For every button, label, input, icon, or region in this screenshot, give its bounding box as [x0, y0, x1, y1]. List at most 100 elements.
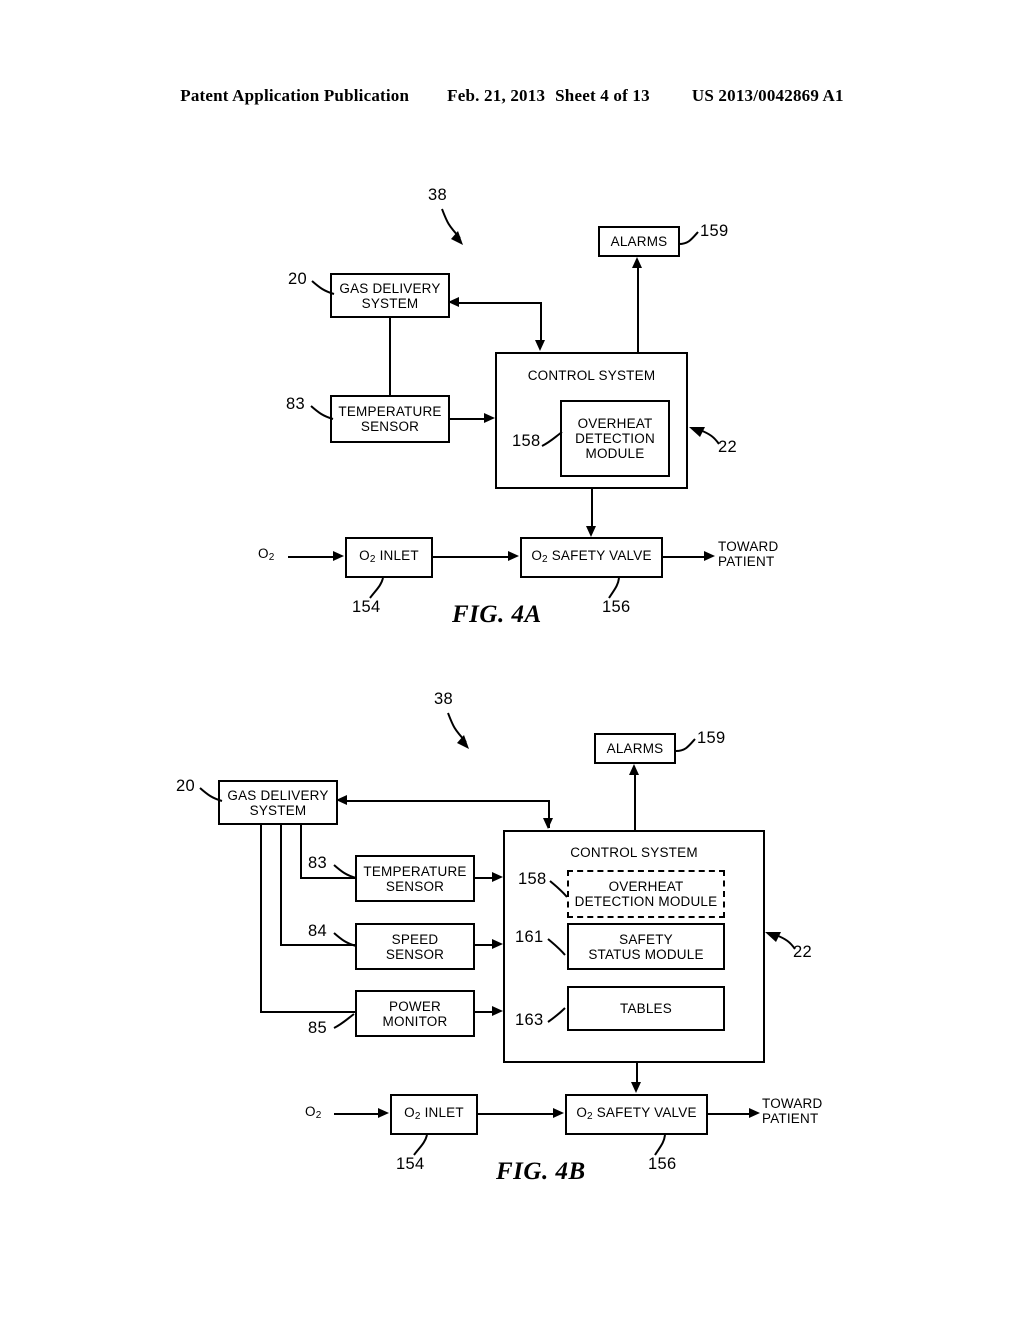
- wire-valve-to-patient-fig4b: [708, 1113, 750, 1115]
- node-o2-inlet-fig4a[interactable]: O2 INLET: [345, 537, 433, 578]
- ref-20-fig4a: 20: [288, 270, 307, 288]
- text-o2-source-fig4b: O2: [305, 1104, 321, 1123]
- node-o2-safety-valve-fig4a[interactable]: O2 SAFETY VALVE: [520, 537, 663, 578]
- arrow-cs-to-alarms-fig4a: [632, 257, 642, 268]
- sheet-number: Sheet 4 of 13: [555, 86, 650, 105]
- wire-gds-to-temp-fig4a: [389, 318, 391, 396]
- leader-84-fig4b: [333, 932, 357, 947]
- leader-38-fig4a: [441, 208, 463, 245]
- leader-161-fig4b: [547, 938, 566, 956]
- document-number: US 2013/0042869 A1: [691, 86, 844, 105]
- node-speed-sensor-label-fig4b: SPEED SENSOR: [385, 931, 445, 962]
- text-o2-source-label-fig4b: O2: [305, 1104, 322, 1121]
- node-overheat-module-fig4a[interactable]: OVERHEAT DETECTION MODULE: [560, 400, 670, 477]
- node-alarms-label-fig4a: ALARMS: [610, 234, 668, 249]
- leader-38-fig4b: [447, 712, 469, 749]
- ref-156-fig4b: 156: [648, 1155, 677, 1173]
- arrow-o2-to-inlet-fig4b: [378, 1108, 389, 1118]
- node-gas-delivery-fig4a[interactable]: GAS DELIVERY SYSTEM: [330, 273, 450, 318]
- ref-163-fig4b: 163: [515, 1011, 544, 1029]
- node-tables-module-fig4b[interactable]: TABLES: [567, 986, 725, 1031]
- wire-cs-to-alarms-fig4a: [637, 267, 639, 353]
- arrow-power-to-cs-fig4b: [492, 1006, 503, 1016]
- page-header: Patent Application Publication Feb. 21, 2…: [0, 86, 1024, 106]
- arrow-cs-to-valve-fig4b: [631, 1082, 641, 1093]
- ref-161-fig4b: 161: [515, 928, 544, 946]
- arrow-inlet-to-valve-fig4b: [553, 1108, 564, 1118]
- ref-158-fig4a: 158: [512, 432, 541, 450]
- arrow-valve-to-patient-fig4b: [749, 1108, 760, 1118]
- wire-power-to-cs-fig4b: [475, 1011, 493, 1013]
- ref-38-fig4b: 38: [434, 690, 453, 708]
- wire-valve-to-patient-fig4a: [663, 556, 705, 558]
- node-overheat-module-label-fig4a: OVERHEAT DETECTION MODULE: [575, 416, 655, 461]
- arrow-o2-to-inlet-fig4a: [333, 551, 344, 561]
- ref-83-fig4a: 83: [286, 395, 305, 413]
- node-power-monitor-label-fig4b: POWER MONITOR: [382, 998, 448, 1029]
- node-o2-inlet-fig4b[interactable]: O2 INLET: [390, 1094, 478, 1135]
- wire-inlet-to-valve-fig4a: [433, 556, 508, 558]
- wire-gds-drop-power-fig4b: [260, 825, 262, 1013]
- wire-inlet-to-valve-fig4b: [478, 1113, 553, 1115]
- node-o2-safety-valve-fig4b[interactable]: O2 SAFETY VALVE: [565, 1094, 708, 1135]
- caption-fig4a: FIG. 4A: [452, 601, 542, 628]
- node-gas-delivery-label-fig4b: GAS DELIVERY SYSTEM: [227, 787, 329, 818]
- leader-83-fig4a: [310, 405, 334, 420]
- leader-20-fig4b: [199, 787, 223, 802]
- ref-84-fig4b: 84: [308, 922, 327, 940]
- ref-158-fig4b: 158: [518, 870, 547, 888]
- node-alarms-fig4b[interactable]: ALARMS: [594, 733, 676, 764]
- arrow-into-control-system-top-fig4a: [535, 340, 545, 351]
- text-toward-patient-fig4b: TOWARD PATIENT: [762, 1096, 823, 1126]
- ref-22-fig4a: 22: [718, 438, 737, 456]
- ref-38-fig4a: 38: [428, 186, 447, 204]
- leader-163-fig4b: [547, 1007, 566, 1023]
- leader-158-fig4a: [541, 431, 563, 447]
- node-gas-delivery-label-fig4a: GAS DELIVERY SYSTEM: [339, 280, 441, 311]
- wire-cs-feedback-h-fig4b: [345, 800, 550, 802]
- wire-gds-drop-temp-fig4b: [300, 825, 302, 879]
- leader-158-fig4b: [549, 880, 568, 898]
- node-o2-inlet-label-fig4b: O2 INLET: [404, 1105, 464, 1122]
- node-safety-status-module-fig4b[interactable]: SAFETY STATUS MODULE: [567, 923, 725, 970]
- wire-o2-to-inlet-fig4a: [288, 556, 334, 558]
- arrow-temp-to-cs-fig4b: [492, 872, 503, 882]
- node-tables-module-label-fig4b: TABLES: [620, 1001, 672, 1016]
- ref-159-fig4b: 159: [697, 729, 726, 747]
- ref-154-fig4a: 154: [352, 598, 381, 616]
- text-o2-source-fig4a: O2: [258, 546, 274, 565]
- node-speed-sensor-fig4b[interactable]: SPEED SENSOR: [355, 923, 475, 970]
- node-overheat-module-fig4b[interactable]: OVERHEAT DETECTION MODULE: [567, 870, 725, 918]
- wire-speed-to-cs-fig4b: [475, 944, 493, 946]
- node-temperature-sensor-fig4a[interactable]: TEMPERATURE SENSOR: [330, 395, 450, 443]
- wire-cs-feedback-h-fig4a: [457, 302, 542, 304]
- leader-83-fig4b: [333, 864, 357, 879]
- node-safety-status-module-label-fig4b: SAFETY STATUS MODULE: [588, 931, 704, 962]
- publication-date: Feb. 21, 2013: [447, 86, 546, 105]
- node-gas-delivery-fig4b[interactable]: GAS DELIVERY SYSTEM: [218, 780, 338, 825]
- node-temperature-sensor-label-fig4b: TEMPERATURE SENSOR: [363, 863, 467, 894]
- node-alarms-fig4a[interactable]: ALARMS: [598, 226, 680, 257]
- node-power-monitor-fig4b[interactable]: POWER MONITOR: [355, 990, 475, 1037]
- wire-cs-to-valve-fig4b: [636, 1063, 638, 1083]
- arrow-valve-to-patient-fig4a: [704, 551, 715, 561]
- arrow-cs-to-valve-fig4a: [586, 526, 596, 537]
- ref-20-fig4b: 20: [176, 777, 195, 795]
- wire-gds-drop-speed-fig4b: [280, 825, 282, 946]
- leader-85-fig4b: [333, 1013, 355, 1029]
- arrow-cs-to-alarms-fig4b: [629, 764, 639, 775]
- ref-154-fig4b: 154: [396, 1155, 425, 1173]
- text-toward-patient-fig4a: TOWARD PATIENT: [718, 539, 779, 569]
- node-temperature-sensor-label-fig4a: TEMPERATURE SENSOR: [338, 404, 442, 434]
- node-o2-safety-valve-label-fig4a: O2 SAFETY VALVE: [531, 548, 652, 565]
- text-o2-source-label-fig4a: O2: [258, 546, 275, 563]
- ref-85-fig4b: 85: [308, 1019, 327, 1037]
- node-alarms-label-fig4b: ALARMS: [606, 741, 664, 756]
- publication-label: Patent Application Publication: [180, 86, 410, 105]
- arrow-speed-to-cs-fig4b: [492, 939, 503, 949]
- arrow-inlet-to-valve-fig4a: [508, 551, 519, 561]
- wire-temp-to-cs-fig4b: [475, 877, 493, 879]
- figure-4b: 38 ALARMS 159 GAS DELIVERY SYSTEM 20 TEMP…: [0, 670, 1024, 1230]
- arrow-into-control-system-top-fig4b: [543, 818, 553, 829]
- node-temperature-sensor-fig4b[interactable]: TEMPERATURE SENSOR: [355, 855, 475, 902]
